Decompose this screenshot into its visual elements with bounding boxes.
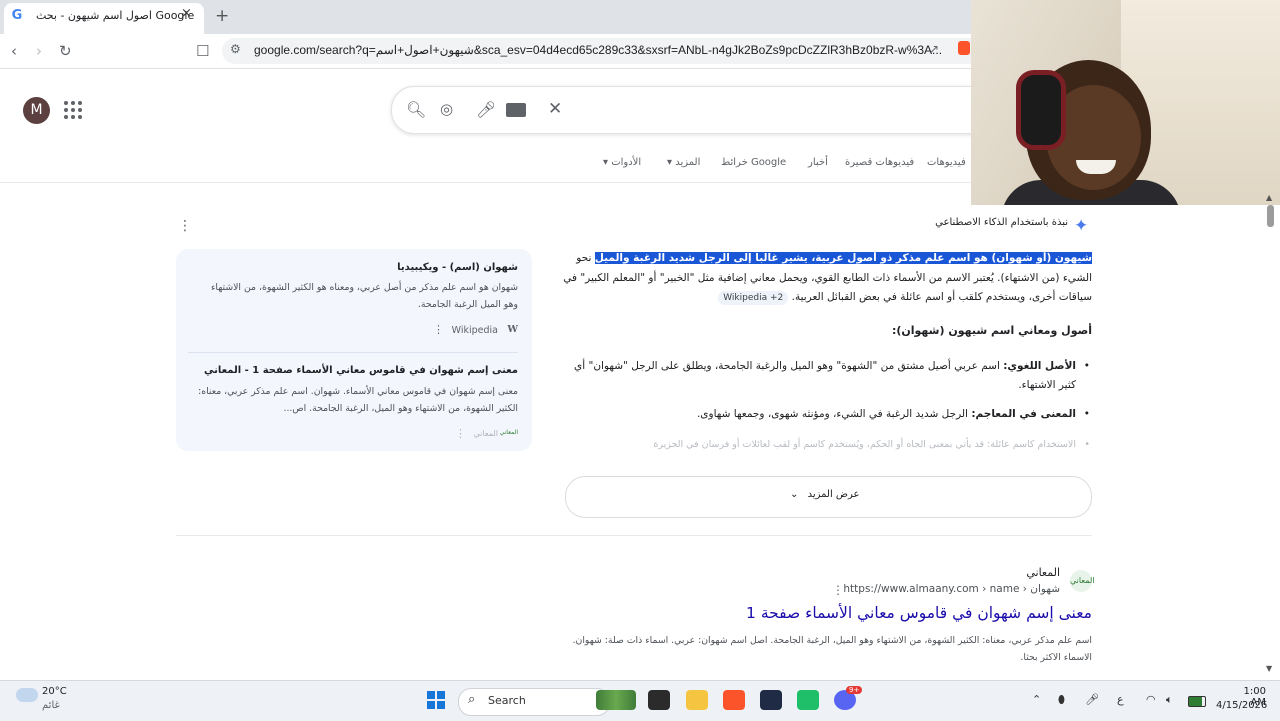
mic-icon[interactable]: 🎤︎ <box>476 100 496 119</box>
tab-maps[interactable]: خرائط Google <box>721 157 786 168</box>
bullet-origin-bold: الأصل اللغوي: <box>1003 360 1076 372</box>
taskbar-search[interactable] <box>458 688 610 716</box>
bullet-origin: الأصل اللغوي: اسم عربي أصيل مشتق من "الش… <box>560 357 1090 395</box>
taskbar-search-label[interactable]: Search <box>488 694 526 707</box>
back-icon[interactable]: ‹ <box>11 42 17 60</box>
clock-date[interactable]: 4/15/2026 <box>1216 700 1267 711</box>
ai-highlighted-text: شيهون (أو شهوان) هو اسم علم مذكر ذو أصول… <box>594 252 1092 264</box>
weather-desc[interactable]: غائم <box>42 700 60 711</box>
search-nav-tabs: فيديوهات فيديوهات قصيرة أخبار خرائط Goog… <box>600 157 970 173</box>
source-title[interactable]: معنى إسم شهوان في قاموس معاني الأسماء صف… <box>204 365 518 376</box>
webcam-headset <box>1016 70 1066 150</box>
share-icon[interactable]: ↗ <box>929 42 939 56</box>
android-app-icon[interactable] <box>797 690 819 710</box>
tab-title[interactable]: اصول اسم شيهون - بحث Google <box>36 9 194 22</box>
webcam-overlay <box>971 0 1280 205</box>
forward-icon[interactable]: › <box>36 42 42 60</box>
taskbar-search-icon: ⌕ <box>468 692 476 707</box>
result-menu-icon[interactable]: ⋮ <box>832 583 844 597</box>
source-snippet: معنى إسم شهوان في قاموس معاني الأسماء. ش… <box>198 386 518 414</box>
reload-icon[interactable]: ↻ <box>59 42 72 60</box>
bullet-origin-text: اسم عربي أصيل مشتق من "الشهوة" وهو الميل… <box>574 360 1076 391</box>
tab-close-icon[interactable]: × <box>181 6 192 21</box>
apps-grid-icon[interactable] <box>64 101 82 119</box>
tray-chevron-icon[interactable]: ⌃ <box>1032 693 1041 706</box>
tray-volume-icon[interactable]: 🔈︎ <box>1166 693 1173 707</box>
almaany-logo-icon: المعاني <box>499 429 518 436</box>
ai-overview-menu-icon[interactable]: ⋮ <box>178 218 192 234</box>
source-title[interactable]: شهوان (اسم) - ويكيبيديا <box>397 262 518 273</box>
scrollbar-thumb[interactable] <box>1267 205 1274 227</box>
bookmark-icon[interactable]: ☐ <box>196 42 209 60</box>
search-icon[interactable]: 🔍︎ <box>406 100 426 119</box>
weather-temp[interactable]: 20°C <box>42 686 67 697</box>
tray-battery-icon[interactable] <box>1188 696 1206 707</box>
ai-sources-panel: شهوان (اسم) - ويكيبيديا شهوان هو اسم علم… <box>176 249 532 451</box>
result-url[interactable]: https://www.almaany.com › name › شهوان <box>780 583 1060 595</box>
url-text[interactable]: google.com/search?q=شيهون+اصول+اسم&sca_e… <box>254 43 942 57</box>
brave-shield-icon[interactable] <box>958 41 970 55</box>
weather-cloud-icon[interactable] <box>16 688 38 702</box>
tab-videos[interactable]: فيديوهات <box>927 157 966 168</box>
scroll-up-icon[interactable]: ▲ <box>1266 193 1272 202</box>
result-title-link[interactable]: معنى إسم شهوان في قاموس معاني الأسماء صف… <box>640 604 1092 622</box>
scroll-down-icon[interactable]: ▼ <box>1266 664 1272 673</box>
tab-more-label: المزيد <box>675 157 701 168</box>
ai-overview-paragraph: شيهون (أو شهوان) هو اسم علم مذكر ذو أصول… <box>560 249 1092 308</box>
source-snippet: شهوان هو اسم علم مذكر من أصل عربي، ومعنا… <box>211 282 518 310</box>
result-site-name[interactable]: المعاني <box>900 566 1060 579</box>
show-more-label[interactable]: عرض المزيد ⌄ <box>790 489 860 500</box>
tab-tools[interactable]: ▾ الأدوات <box>603 157 641 168</box>
ai-overview-heading: أصول ومعاني اسم شيهون (شهوان): <box>891 324 1092 337</box>
wikipedia-logo-icon: W <box>507 324 518 335</box>
bullet-dictionary: المعنى في المعاجم: الرجل شديد الرغبة في … <box>560 405 1090 424</box>
tray-mic-icon[interactable]: 🎤︎ <box>1085 693 1099 706</box>
obs-icon[interactable] <box>760 690 782 710</box>
result-favicon-icon: المعاني <box>1070 570 1094 592</box>
new-tab-button[interactable]: + <box>215 6 229 26</box>
tab-short-videos[interactable]: فيديوهات قصيرة <box>845 157 914 168</box>
bullet-family-text: الاستخدام كاسم عائلة: قد يأتي بمعنى الجا… <box>653 439 1076 450</box>
source-site: Wikipedia <box>451 325 498 336</box>
site-info-icon[interactable]: ⚙ <box>230 42 241 56</box>
wikipedia-source-chip[interactable]: Wikipedia +2 <box>718 291 789 305</box>
keyboard-icon[interactable] <box>506 103 526 117</box>
clear-search-icon[interactable]: ✕ <box>548 99 562 119</box>
tab-tools-label: الأدوات <box>611 157 642 168</box>
tray-wifi-icon[interactable]: ◠ <box>1146 693 1156 706</box>
tray-defender-icon[interactable]: ⬮ <box>1058 693 1065 707</box>
show-more-text: عرض المزيد <box>807 489 860 500</box>
google-favicon-icon: G <box>11 8 23 23</box>
result-snippet: اسم علم مذكر عربي، معناه: الكثير الشهوة،… <box>572 635 1092 663</box>
bullet-family-faded: الاستخدام كاسم عائلة: قد يأتي بمعنى الجا… <box>560 435 1090 454</box>
account-avatar[interactable]: M <box>23 97 50 124</box>
forest-widget-icon[interactable] <box>596 690 636 710</box>
chevron-down-icon: ⌄ <box>790 489 799 500</box>
results-divider <box>176 535 1092 536</box>
ai-overview-label: نبذة باستخدام الذكاء الاصطناعي <box>935 217 1068 228</box>
tab-more[interactable]: ▾ المزيد <box>667 157 700 168</box>
source-menu-icon[interactable]: ⋮ <box>433 323 444 336</box>
source-site: المعاني <box>473 429 498 438</box>
bullet-dictionary-text: الرجل شديد الرغبة في الشيء، ومؤنثه شهوى،… <box>696 408 972 420</box>
tray-language[interactable]: ع <box>1117 693 1124 706</box>
tab-news[interactable]: أخبار <box>808 157 828 168</box>
sources-divider <box>188 352 518 353</box>
lens-icon[interactable]: ◎ <box>440 100 453 118</box>
ai-sparkle-icon: ✦ <box>1074 216 1089 236</box>
bullet-dictionary-bold: المعنى في المعاجم: <box>971 408 1076 420</box>
windows-start-icon[interactable] <box>427 691 445 709</box>
file-explorer-icon[interactable] <box>686 690 708 710</box>
brave-browser-icon[interactable] <box>723 690 745 710</box>
file-app-icon[interactable] <box>648 690 670 710</box>
source-menu-icon[interactable]: ⋮ <box>455 427 466 440</box>
discord-badge: 9+ <box>846 686 863 694</box>
